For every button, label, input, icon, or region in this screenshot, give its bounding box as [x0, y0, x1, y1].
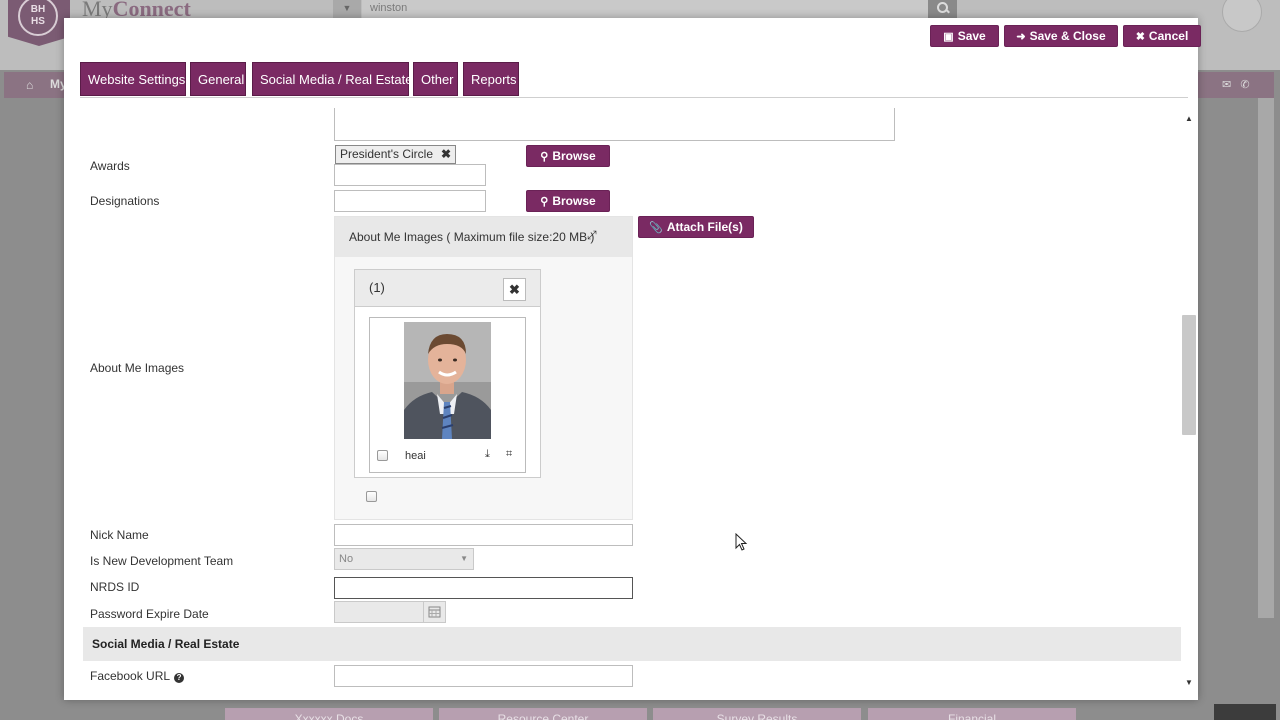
section-title: Social Media / Real Estate: [92, 637, 240, 651]
dashboard-tiles: Xxxxxx Docs Resource Center Survey Resul…: [225, 708, 1085, 720]
search-icon: ⚲: [540, 150, 549, 163]
facebook-url-label-text: Facebook URL: [90, 669, 171, 683]
awards-browse-button[interactable]: ⚲ Browse: [526, 145, 610, 167]
close-icon[interactable]: ✖: [503, 278, 526, 301]
corner-controls[interactable]: [1214, 704, 1276, 720]
tab-reports[interactable]: Reports: [463, 62, 519, 96]
awards-label: Awards: [90, 159, 130, 173]
global-search-input[interactable]: winston: [362, 0, 928, 18]
chevron-down-icon: ▼: [460, 554, 468, 563]
search-scope-dropdown[interactable]: ▼: [333, 0, 361, 18]
tab-divider: [80, 97, 1188, 98]
tab-social-media[interactable]: Social Media / Real Estate: [252, 62, 412, 96]
nrds-id-input[interactable]: [334, 577, 633, 599]
page-scrollbar[interactable]: [1258, 98, 1274, 618]
save-close-button[interactable]: ➜ Save & Close: [1004, 25, 1118, 47]
image-count: (1): [369, 280, 385, 295]
scrollbar-thumb[interactable]: [1182, 315, 1196, 435]
crop-icon[interactable]: ⌗: [506, 448, 512, 461]
about-me-textarea[interactable]: [334, 108, 895, 141]
award-tag: President's Circle ✖: [335, 145, 457, 164]
save-button[interactable]: ▣ Save: [930, 25, 999, 47]
image-card: (1) ✖ heai ⤓ ⌗: [354, 269, 541, 478]
new-dev-team-label: Is New Development Team: [90, 554, 234, 568]
download-icon[interactable]: ⤓: [485, 448, 490, 461]
nrds-id-label: NRDS ID: [90, 580, 140, 594]
floppy-icon: ▣: [943, 30, 954, 43]
image-card-header: (1) ✖: [355, 270, 540, 307]
facebook-url-label: Facebook URL?: [90, 669, 185, 683]
nick-name-label: Nick Name: [90, 528, 149, 542]
cancel-button[interactable]: ✖ Cancel: [1123, 25, 1201, 47]
attach-files-button[interactable]: 📎 Attach File(s): [638, 216, 754, 238]
dropzone-title: About Me Images ( Maximum file size:20 M…: [349, 230, 595, 244]
facebook-url-input[interactable]: [334, 665, 633, 687]
password-expire-input[interactable]: [334, 601, 424, 623]
image-dropzone[interactable]: About Me Images ( Maximum file size:20 M…: [334, 216, 633, 520]
image-thumbnail-frame: heai ⤓ ⌗: [369, 317, 526, 473]
form-scrollbar[interactable]: ▲ ▼: [1182, 110, 1196, 690]
designations-browse-button[interactable]: ⚲ Browse: [526, 190, 610, 212]
tile-resource-center[interactable]: Resource Center: [439, 708, 647, 720]
designations-label: Designations: [90, 194, 160, 208]
envelope-icon[interactable]: ✉ ✆: [1222, 78, 1250, 91]
home-icon[interactable]: ⌂: [26, 78, 33, 92]
search-icon: ⚲: [540, 195, 549, 208]
remove-tag-icon[interactable]: ✖: [441, 146, 451, 163]
edit-agent-modal: ▣ Save ➜ Save & Close ✖ Cancel Website Sett…: [64, 18, 1201, 700]
new-dev-team-value: No: [339, 553, 354, 565]
scroll-up-icon[interactable]: ▲: [1185, 114, 1193, 123]
awards-input[interactable]: [334, 164, 486, 186]
tile-survey-results[interactable]: Survey Results: [653, 708, 861, 720]
help-icon[interactable]: ?: [174, 673, 185, 683]
dropzone-header: About Me Images ( Maximum file size:20 M…: [335, 217, 632, 257]
select-all-checkbox[interactable]: [366, 491, 377, 502]
close-icon: ✖: [1135, 30, 1145, 43]
nick-name-input[interactable]: [334, 524, 633, 546]
password-expire-label: Password Expire Date: [90, 607, 209, 621]
expand-icon[interactable]: ⤢: [587, 228, 597, 243]
search-icon[interactable]: [928, 0, 957, 18]
new-dev-team-select[interactable]: No ▼: [334, 548, 474, 570]
form-scroll-area: Awards President's Circle ✖ ⚲ Browse Desi…: [64, 108, 1198, 690]
tab-website-settings[interactable]: Website Settings: [80, 62, 186, 96]
image-select-checkbox[interactable]: [377, 450, 388, 461]
profile-photo[interactable]: [404, 322, 491, 439]
tab-general[interactable]: General: [190, 62, 246, 96]
calendar-icon[interactable]: [423, 601, 446, 623]
tile-financial[interactable]: Financial: [868, 708, 1076, 720]
mouse-cursor-icon: [735, 533, 748, 551]
tab-other[interactable]: Other: [413, 62, 458, 96]
arrow-circle-icon: ➜: [1016, 30, 1026, 43]
tile-docs[interactable]: Xxxxxx Docs: [225, 708, 433, 720]
award-tag-label: President's Circle: [340, 147, 433, 161]
about-images-label: About Me Images: [90, 361, 185, 375]
section-social-media: Social Media / Real Estate: [83, 627, 1181, 661]
image-filename: heai: [405, 450, 426, 462]
scroll-down-icon[interactable]: ▼: [1185, 678, 1193, 687]
designations-input[interactable]: [334, 190, 486, 212]
paperclip-icon: 📎: [649, 221, 663, 234]
avatar[interactable]: [1222, 0, 1262, 32]
